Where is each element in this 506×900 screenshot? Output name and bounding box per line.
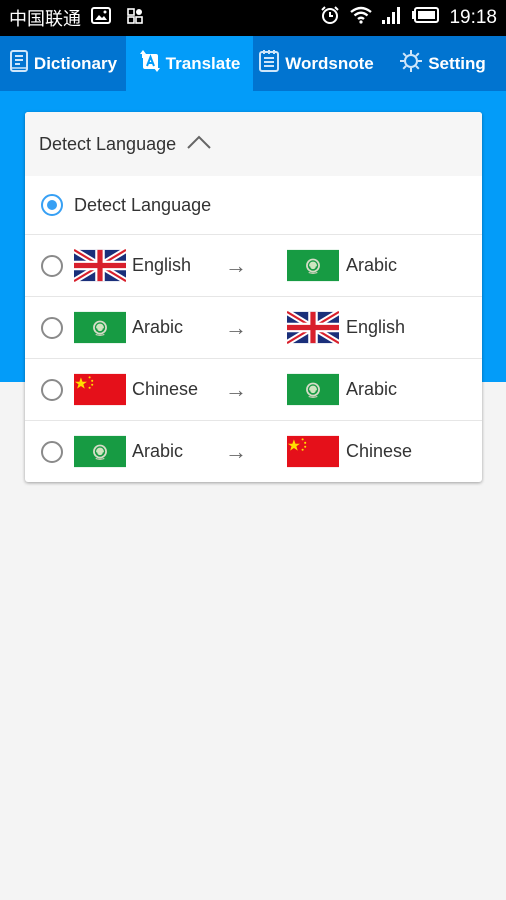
source-language: English [132,255,192,275]
source-language: Chinese [132,379,199,399]
target-language: English [346,317,406,337]
language-dropdown: Detect Language Detect Language English … [25,112,482,482]
arab-league-flag-icon [287,373,339,406]
tab-bar: Dictionary Translate Wordsnote Setting [0,36,506,91]
radio-unchecked[interactable] [41,254,63,277]
radio-unchecked[interactable] [41,440,63,463]
selected-language: Detect Language [39,133,177,154]
arrow-right-icon: → [225,314,247,340]
tab-translate-label: Translate [165,53,241,73]
option-chinese-to-arabic[interactable]: Chinese → Arabic [25,358,482,420]
uk-flag-icon [287,311,339,344]
tab-translate[interactable]: Translate [126,36,253,91]
wifi-icon [350,6,373,30]
carrier-name: 中国联通 [9,9,81,29]
target-language: Arabic [346,379,398,399]
tab-dictionary[interactable]: Dictionary [0,36,126,91]
china-flag-icon [287,435,339,468]
arab-league-flag-icon [74,311,126,344]
chevron-up-icon [186,134,212,155]
source-language: Arabic [132,317,184,337]
target-language: Arabic [346,255,398,275]
radio-unchecked[interactable] [41,378,63,401]
book-icon [9,49,29,78]
alarm-icon [320,5,340,31]
option-arabic-to-chinese[interactable]: Arabic → Chinese [25,420,482,482]
source-language: Arabic [132,441,184,461]
tab-wordsnote-label: Wordsnote [285,53,374,73]
apps-icon [127,7,143,29]
china-flag-icon [74,373,126,406]
language-dropdown-toggle[interactable]: Detect Language [25,112,482,176]
arrow-right-icon: → [225,438,247,464]
image-icon [91,7,111,29]
arab-league-flag-icon [74,435,126,468]
arrow-right-icon: → [225,252,247,278]
radio-checked[interactable] [41,194,63,216]
tab-setting-label: Setting [428,53,486,73]
option-detect-language[interactable]: Detect Language [25,176,482,234]
arab-league-flag-icon [287,249,339,282]
option-label: Detect Language [74,194,212,215]
clock-time: 19:18 [449,7,497,28]
option-english-to-arabic[interactable]: English → Arabic [25,234,482,296]
translate-icon [139,49,161,78]
signal-icon [382,6,402,30]
uk-flag-icon [74,249,126,282]
option-arabic-to-english[interactable]: Arabic → English [25,296,482,358]
battery-icon [412,7,440,29]
target-language: Chinese [346,441,413,461]
status-bar: 中国联通 19:18 [0,0,506,36]
tab-setting[interactable]: Setting [379,36,506,91]
gear-icon [399,49,423,78]
notepad-icon [258,49,280,78]
tab-wordsnote[interactable]: Wordsnote [253,36,379,91]
arrow-right-icon: → [225,376,247,402]
radio-unchecked[interactable] [41,316,63,339]
tab-dictionary-label: Dictionary [33,53,118,73]
